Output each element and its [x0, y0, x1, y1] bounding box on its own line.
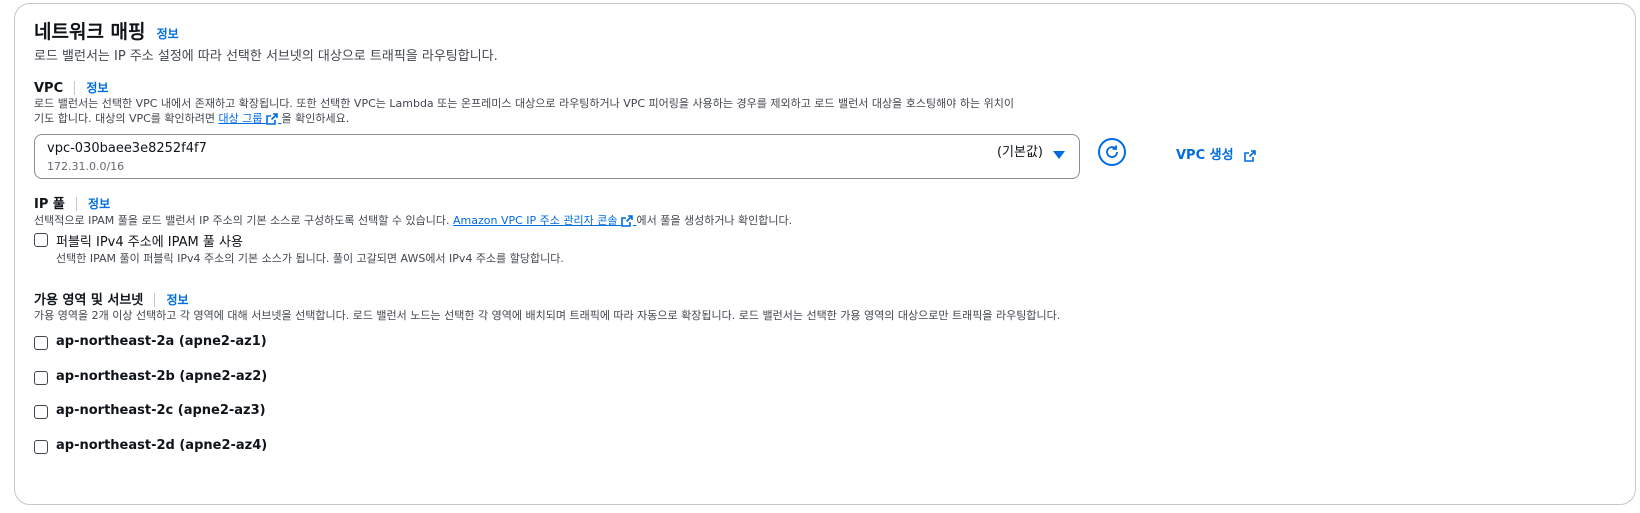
external-link-icon — [266, 113, 278, 125]
divider — [75, 196, 77, 211]
caret-down-icon — [1053, 151, 1065, 159]
section-header: 네트워크 매핑 정보 — [34, 17, 179, 44]
vpc-description-line1: 로드 밸런서는 선택한 VPC 내에서 존재하고 확장됩니다. 또한 선택한 V… — [34, 97, 1014, 110]
az-label-2a[interactable]: ap-northeast-2a (apne2-az1) — [56, 334, 267, 349]
refresh-button[interactable] — [1098, 138, 1126, 166]
ip-pool-info-link[interactable]: 정보 — [88, 197, 110, 211]
ip-pool-label-row: IP 풀 정보 — [34, 193, 110, 212]
vpc-selected-value: vpc-030baee3e8252f4f7 — [47, 141, 207, 156]
az-label-2c[interactable]: ap-northeast-2c (apne2-az3) — [56, 403, 266, 418]
external-link-icon — [621, 215, 633, 227]
ipam-console-link[interactable]: Amazon VPC IP 주소 관리자 콘솔 — [453, 214, 637, 227]
vpc-default-tag: (기본값) — [996, 145, 1043, 160]
target-group-link[interactable]: 대상 그룹 — [219, 112, 282, 125]
az-checkbox-2d[interactable] — [34, 440, 48, 454]
ip-pool-desc-prefix: 선택적으로 IPAM 풀을 로드 밸런서 IP 주소의 기본 소스로 구성하도록… — [34, 214, 450, 227]
ipam-pool-checkbox-label[interactable]: 퍼블릭 IPv4 주소에 IPAM 풀 사용 — [56, 231, 243, 250]
ip-pool-desc-suffix: 에서 풀을 생성하거나 확인합니다. — [636, 214, 793, 227]
vpc-info-link[interactable]: 정보 — [86, 81, 108, 95]
az-label-2b[interactable]: ap-northeast-2b (apne2-az2) — [56, 369, 267, 384]
az-label-row: 가용 영역 및 서브넷 정보 — [34, 289, 189, 308]
vpc-desc-prefix: 기도 합니다. 대상의 VPC를 확인하려면 — [34, 112, 216, 125]
az-label-2d[interactable]: ap-northeast-2d (apne2-az4) — [56, 438, 267, 453]
external-link-icon — [1244, 149, 1256, 162]
ipam-pool-checkbox[interactable] — [34, 233, 48, 247]
ip-pool-label: IP 풀 — [34, 197, 65, 212]
ip-pool-description: 선택적으로 IPAM 풀을 로드 밸런서 IP 주소의 기본 소스로 구성하도록… — [34, 212, 792, 228]
az-label: 가용 영역 및 서브넷 — [34, 293, 144, 308]
create-vpc-button[interactable]: VPC 생성 — [1176, 144, 1256, 163]
divider — [154, 292, 156, 307]
divider — [74, 80, 76, 95]
vpc-description-line2: 기도 합니다. 대상의 VPC를 확인하려면 대상 그룹 을 확인하세요. — [34, 110, 349, 126]
section-description: 로드 밸런서는 IP 주소 설정에 따라 선택한 서브넷의 대상으로 트래픽을 … — [34, 49, 498, 64]
refresh-icon — [1106, 145, 1118, 158]
az-checkbox-2b[interactable] — [34, 371, 48, 385]
az-checkbox-2a[interactable] — [34, 336, 48, 350]
az-checkbox-2c[interactable] — [34, 405, 48, 419]
vpc-selected-cidr: 172.31.0.0/16 — [47, 160, 125, 173]
vpc-desc-suffix: 을 확인하세요. — [281, 112, 350, 125]
az-description: 가용 영역을 2개 이상 선택하고 각 영역에 대해 서브넷을 선택합니다. 로… — [34, 309, 1061, 322]
vpc-select[interactable]: vpc-030baee3e8252f4f7 172.31.0.0/16 (기본값… — [34, 134, 1080, 179]
section-info-link[interactable]: 정보 — [157, 27, 179, 41]
vpc-label-row: VPC 정보 — [34, 77, 108, 96]
ipam-pool-checkbox-description: 선택한 IPAM 풀이 퍼블릭 IPv4 주소의 기본 소스가 됩니다. 풀이 … — [56, 252, 564, 265]
vpc-label: VPC — [34, 81, 64, 96]
section-title: 네트워크 매핑 — [34, 21, 146, 43]
az-info-link[interactable]: 정보 — [166, 293, 188, 307]
